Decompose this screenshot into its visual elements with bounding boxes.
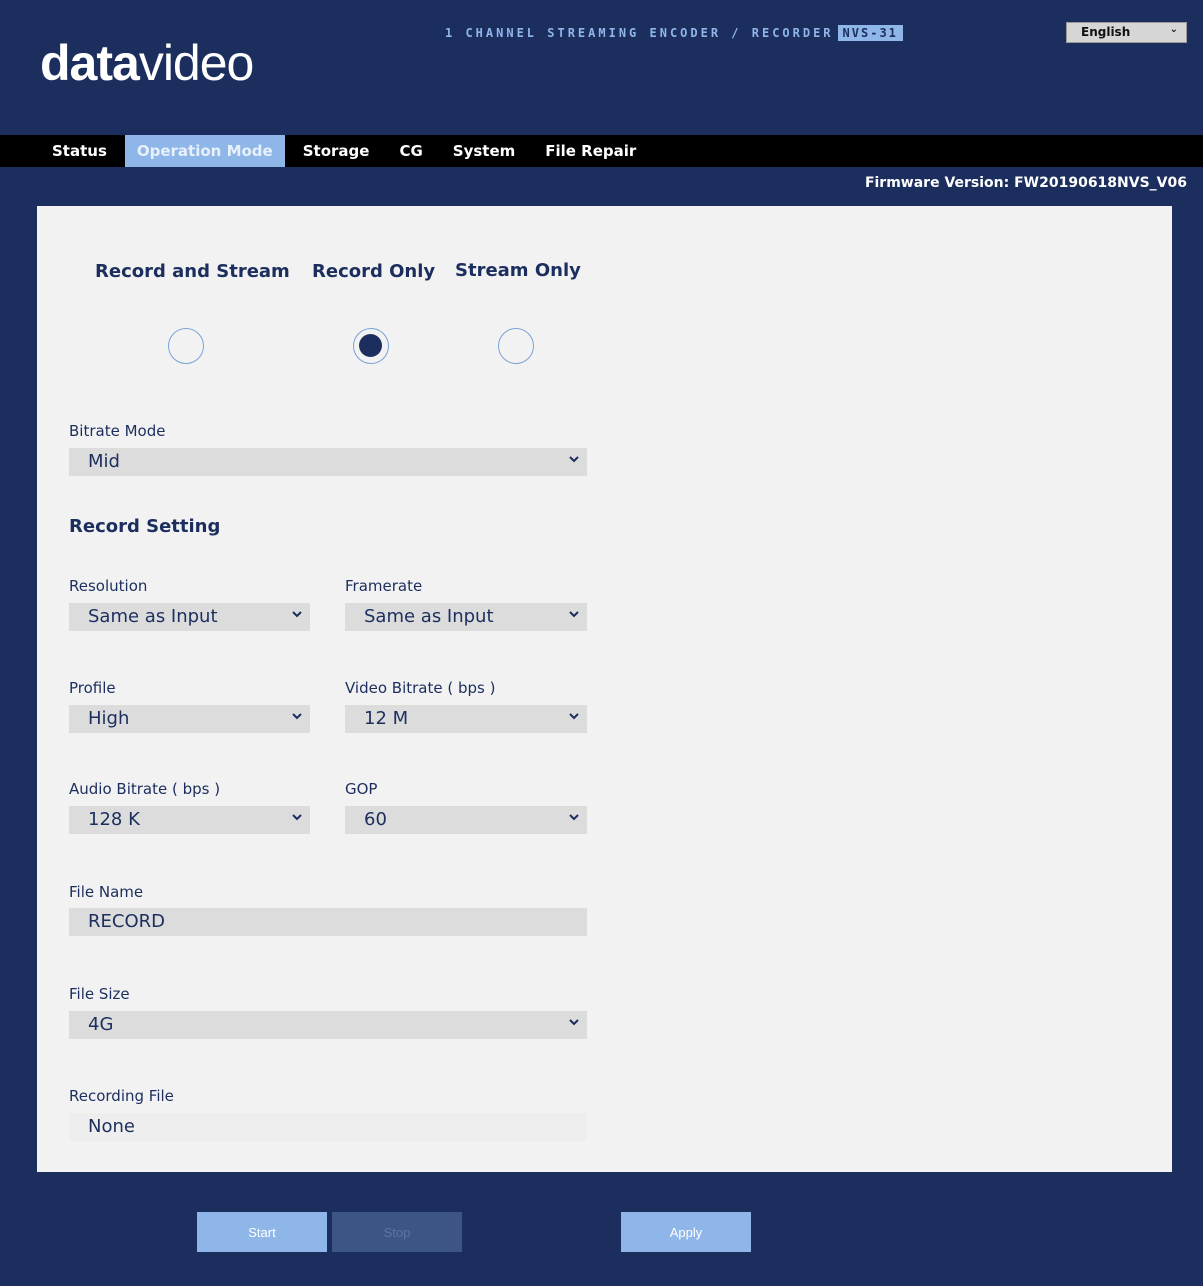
audio-bitrate-select[interactable]: 128 K <box>69 806 310 834</box>
profile-label: Profile <box>69 679 116 697</box>
firmware-version: Firmware Version: FW20190618NVS_V06 <box>864 175 1187 191</box>
mode-label-record-only: Record Only <box>312 261 436 282</box>
tab-system[interactable]: System <box>441 135 527 167</box>
main-nav: Status Operation Mode Storage CG System … <box>0 135 1203 167</box>
gop-label: GOP <box>345 780 378 798</box>
gop-select[interactable]: 60 <box>345 806 587 834</box>
radio-record-only[interactable] <box>353 328 389 364</box>
tab-file-repair[interactable]: File Repair <box>533 135 648 167</box>
audio-bitrate-label: Audio Bitrate ( bps ) <box>69 780 221 798</box>
file-name-input[interactable]: RECORD <box>69 908 587 936</box>
chevron-down-icon: ⌄ <box>1169 24 1178 35</box>
chevron-down-icon <box>569 713 579 720</box>
product-title: 1 CHANNEL STREAMING ENCODER / RECORDER NV… <box>445 25 903 41</box>
chevron-down-icon <box>292 611 302 618</box>
file-size-select[interactable]: 4G <box>69 1011 587 1039</box>
chevron-down-icon <box>569 1019 579 1026</box>
video-bitrate-select[interactable]: 12 M <box>345 705 587 733</box>
datavideo-logo: datavideo <box>40 35 254 91</box>
framerate-select[interactable]: Same as Input <box>345 603 587 631</box>
chevron-down-icon <box>569 611 579 618</box>
resolution-select[interactable]: Same as Input <box>69 603 310 631</box>
language-select[interactable]: English ⌄ <box>1066 22 1187 43</box>
mode-label-stream-only: Stream Only <box>455 260 581 281</box>
mode-label-record-and-stream: Record and Stream <box>95 261 290 282</box>
profile-select[interactable]: High <box>69 705 310 733</box>
video-bitrate-label: Video Bitrate ( bps ) <box>345 679 496 697</box>
operation-mode-panel: Record and Stream Record Only Stream Onl… <box>37 206 1172 1172</box>
chevron-down-icon <box>569 456 579 463</box>
bitrate-mode-select[interactable]: Mid <box>69 448 587 476</box>
recording-file-value: None <box>69 1113 587 1141</box>
recording-file-label: Recording File <box>69 1087 174 1105</box>
chevron-down-icon <box>292 814 302 821</box>
chevron-down-icon <box>292 713 302 720</box>
stop-button[interactable]: Stop <box>332 1212 462 1252</box>
bitrate-mode-label: Bitrate Mode <box>69 422 166 440</box>
tab-operation-mode[interactable]: Operation Mode <box>124 135 285 167</box>
radio-record-and-stream[interactable] <box>168 328 204 364</box>
resolution-label: Resolution <box>69 577 148 595</box>
record-setting-title: Record Setting <box>69 516 221 537</box>
tab-storage[interactable]: Storage <box>291 135 382 167</box>
start-button[interactable]: Start <box>197 1212 327 1252</box>
chevron-down-icon <box>569 814 579 821</box>
radio-stream-only[interactable] <box>498 328 534 364</box>
tab-cg[interactable]: CG <box>387 135 434 167</box>
file-name-label: File Name <box>69 883 144 901</box>
apply-button[interactable]: Apply <box>621 1212 751 1252</box>
tab-status[interactable]: Status <box>40 135 119 167</box>
file-size-label: File Size <box>69 985 130 1003</box>
model-badge: NVS-31 <box>837 25 903 41</box>
framerate-label: Framerate <box>345 577 423 595</box>
